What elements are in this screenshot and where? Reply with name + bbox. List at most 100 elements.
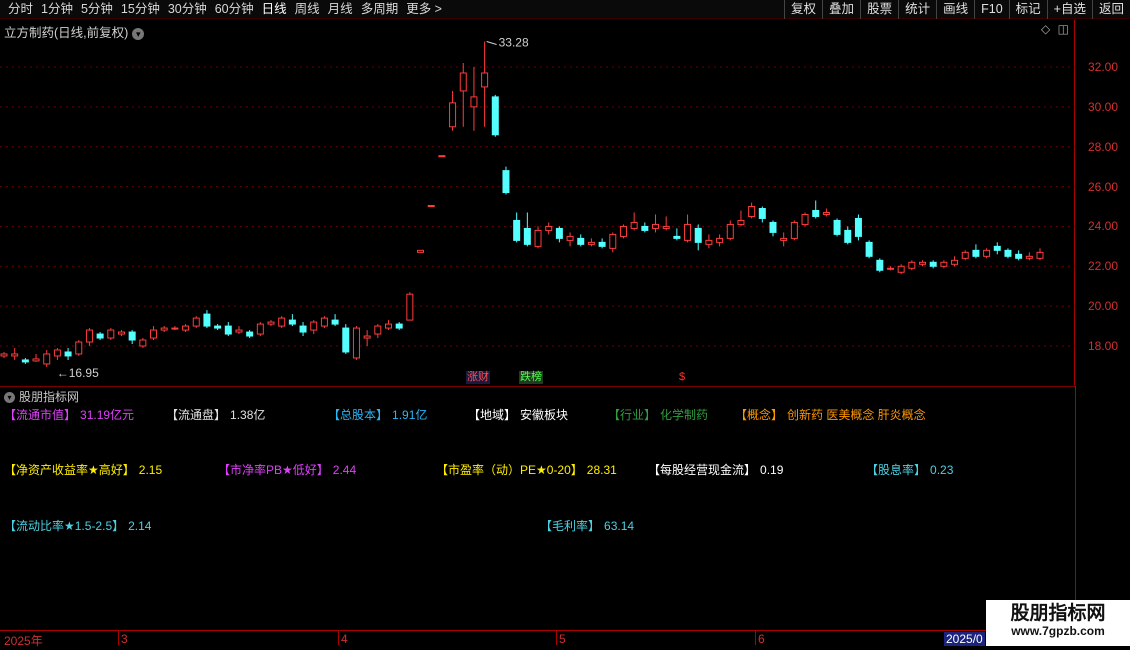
candle-body <box>278 317 286 327</box>
chart-title[interactable]: 立方制药(日线,前复权) ▾ <box>4 22 145 41</box>
candle-body <box>21 359 29 363</box>
period-tab[interactable]: 15分钟 <box>117 0 164 19</box>
dollar-icon[interactable]: $ <box>678 371 686 384</box>
main-chart[interactable]: 33.28 ←16.95 <box>0 20 1075 385</box>
chevron-down-icon[interactable]: ▾ <box>4 392 15 404</box>
candle-body <box>139 339 147 347</box>
fundamental-item: 【行业】 化学制药 <box>608 406 708 423</box>
chart-title-text: 立方制药(日线,前复权) <box>4 26 129 40</box>
candle <box>993 242 1001 255</box>
date-tick: 3 <box>121 632 128 646</box>
candle-body <box>598 241 606 247</box>
candle <box>833 218 841 237</box>
zhangcai-badge[interactable]: 涨财 <box>466 371 490 384</box>
period-tab[interactable]: 1分钟 <box>37 0 77 19</box>
fundamental-item: 【流通盘】 1.38亿 <box>166 406 265 423</box>
toolbar-button[interactable]: 复权 <box>784 0 822 19</box>
candle-body <box>459 72 467 92</box>
period-tab[interactable]: 60分钟 <box>211 0 258 19</box>
candle <box>235 326 243 335</box>
candle <box>854 214 862 241</box>
candle <box>491 94 499 137</box>
period-tab[interactable]: 日线 <box>258 0 291 19</box>
candle <box>886 266 894 271</box>
fundamental-item: 【总股本】 1.91亿 <box>328 406 427 423</box>
fundamental-label: 【行业】 <box>608 408 657 422</box>
candle-body <box>256 323 264 335</box>
candle <box>406 292 414 321</box>
candle-body <box>833 219 841 235</box>
period-tab[interactable]: 分时 <box>4 0 37 19</box>
candle-body <box>288 319 296 325</box>
toolbar-button[interactable]: 统计 <box>898 0 936 19</box>
toolbar-buttons: 复权 叠加 股票 统计 画线 F10 标记 +自选 返回 <box>784 0 1130 19</box>
candle-body <box>577 237 585 245</box>
candle <box>598 238 606 249</box>
candle-body <box>363 335 371 339</box>
candle-body <box>587 241 595 245</box>
candle-body <box>352 327 360 359</box>
candle <box>128 330 136 345</box>
candle-body <box>876 259 884 271</box>
candle-body <box>619 225 627 237</box>
candle-body <box>171 327 179 330</box>
fundamental-value: 1.91亿 <box>392 408 428 422</box>
fundamental-item: 【流通市值】 31.19亿元 <box>4 406 134 423</box>
fundamental-item: 【市盈率（动）PE★0-20】 28.31 <box>436 461 617 478</box>
price-tick: 20.00 <box>1088 299 1119 314</box>
toolbar-button[interactable]: +自选 <box>1046 0 1092 19</box>
candle <box>331 314 339 327</box>
candle <box>876 258 884 273</box>
fundamental-label: 【流动比率★1.5-2.5】 <box>4 519 125 533</box>
candle-body <box>11 353 19 357</box>
candle-body <box>662 225 670 229</box>
candle-body <box>192 317 200 327</box>
candle <box>182 324 190 333</box>
candle-body <box>150 329 158 339</box>
candlestick-chart[interactable]: 33.28 ←16.95 <box>0 20 1075 385</box>
date-axis: 2025年 3 4 5 6 2025/0 <box>0 630 1130 650</box>
period-tab[interactable]: 周线 <box>291 0 324 19</box>
toolbar-button[interactable]: 叠加 <box>822 0 860 19</box>
toolbar-button[interactable]: F10 <box>974 0 1009 19</box>
toolbar-button[interactable]: 画线 <box>936 0 974 19</box>
watermark-url: www.7gpzb.com <box>1011 624 1105 638</box>
candle-body <box>224 325 232 335</box>
candle <box>844 226 852 245</box>
fundamental-label: 【市净率PB★低好】 <box>218 463 329 477</box>
diebang-badge[interactable]: 跌榜 <box>519 371 543 384</box>
chevron-down-icon[interactable]: ▾ <box>132 27 145 40</box>
candle <box>160 326 168 333</box>
candle-body <box>716 237 724 243</box>
more-periods-button[interactable]: 更多 > <box>402 0 446 19</box>
candle <box>929 260 937 269</box>
candle-body <box>395 323 403 329</box>
candle <box>224 322 232 337</box>
candle-body <box>449 102 457 128</box>
diamond-icon[interactable]: ◇ <box>1041 22 1050 36</box>
candle <box>117 330 125 337</box>
candle-body <box>652 223 660 229</box>
candle-body <box>374 325 382 335</box>
period-tab[interactable]: 30分钟 <box>164 0 211 19</box>
period-tab[interactable]: 多周期 <box>357 0 403 19</box>
candle-body <box>438 155 446 158</box>
period-tab[interactable]: 月线 <box>324 0 357 19</box>
candle-body <box>737 219 745 225</box>
fundamental-label: 【流通市值】 <box>4 408 77 422</box>
candle-body <box>993 245 1001 251</box>
candle <box>310 320 318 335</box>
window-icon[interactable]: ◫ <box>1058 22 1069 36</box>
toolbar-button[interactable]: 标记 <box>1008 0 1047 19</box>
candle <box>951 256 959 267</box>
candle <box>64 347 72 360</box>
toolbar-button[interactable]: 股票 <box>860 0 898 19</box>
candle <box>577 234 585 247</box>
candle-body <box>854 217 862 237</box>
candle <box>342 324 350 354</box>
fundamental-label: 【净资产收益率★高好】 <box>4 463 135 477</box>
period-tab[interactable]: 5分钟 <box>77 0 117 19</box>
indicator-panel-title[interactable]: ▾ 股朋指标网 <box>4 388 79 405</box>
candle-body <box>160 327 168 331</box>
toolbar-button[interactable]: 返回 <box>1091 0 1130 19</box>
